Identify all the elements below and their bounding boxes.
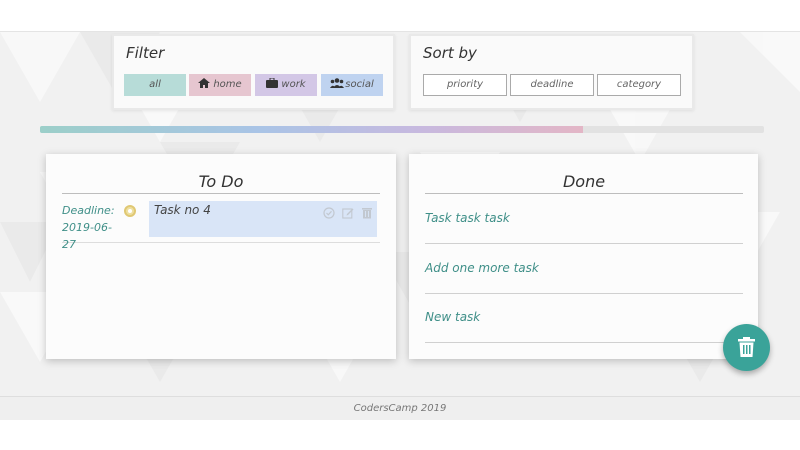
deadline-label: Deadline: xyxy=(62,204,115,217)
users-icon xyxy=(330,75,345,88)
done-item[interactable]: Task task task xyxy=(425,199,743,244)
task-item[interactable]: Task no 4 xyxy=(149,201,377,237)
filter-social-button[interactable]: social xyxy=(321,74,383,96)
sort-category-label: category xyxy=(616,79,662,90)
filter-work-label: work xyxy=(281,79,306,90)
filter-home-label: home xyxy=(213,79,242,90)
done-card: Done Task task task Add one more task Ne… xyxy=(409,154,758,359)
done-item[interactable]: New task xyxy=(425,298,743,343)
task-row: Deadline: 2019-06-27 Task no 4 xyxy=(62,198,380,251)
sort-panel: Sort by priority deadline category xyxy=(409,34,694,110)
sort-category-button[interactable]: category xyxy=(597,74,681,96)
sort-priority-label: priority xyxy=(446,79,484,90)
briefcase-icon xyxy=(266,75,279,88)
deadline-date: 2019-06-27 xyxy=(62,221,112,251)
trash-icon xyxy=(738,337,755,357)
sort-deadline-button[interactable]: deadline xyxy=(510,74,594,96)
filter-all-label: all xyxy=(149,79,161,90)
priority-dot xyxy=(124,205,136,217)
sort-priority-button[interactable]: priority xyxy=(423,74,507,96)
sort-deadline-label: deadline xyxy=(530,79,574,90)
edit-icon[interactable] xyxy=(342,204,354,219)
sort-title: Sort by xyxy=(423,44,477,62)
footer-text: CodersCamp 2019 xyxy=(353,403,447,414)
footer: CodersCamp 2019 xyxy=(0,396,800,420)
filter-panel: Filter all home work social xyxy=(112,34,395,110)
check-circle-icon[interactable] xyxy=(323,204,335,219)
done-item-text: Task task task xyxy=(425,211,510,225)
todo-title: To Do xyxy=(62,170,380,194)
filter-title: Filter xyxy=(126,44,165,62)
filter-work-button[interactable]: work xyxy=(255,74,317,96)
task-actions xyxy=(321,204,373,223)
home-icon xyxy=(198,75,211,88)
filter-home-button[interactable]: home xyxy=(189,74,251,96)
filter-social-label: social xyxy=(345,79,374,90)
task-text: Task no 4 xyxy=(154,203,211,217)
bottom-strip xyxy=(0,420,800,450)
task-deadline: Deadline: 2019-06-27 xyxy=(62,202,122,253)
progress-bar xyxy=(40,126,764,133)
delete-fab-button[interactable] xyxy=(723,324,770,371)
top-strip xyxy=(0,0,800,32)
progress-fill xyxy=(40,126,583,133)
done-item-text: New task xyxy=(425,310,481,324)
todo-card: To Do Deadline: 2019-06-27 Task no 4 xyxy=(46,154,396,359)
trash-icon[interactable] xyxy=(361,204,373,219)
done-title: Done xyxy=(425,170,743,194)
filter-all-button[interactable]: all xyxy=(124,74,186,96)
done-item-text: Add one more task xyxy=(425,261,539,275)
done-item[interactable]: Add one more task xyxy=(425,249,743,294)
